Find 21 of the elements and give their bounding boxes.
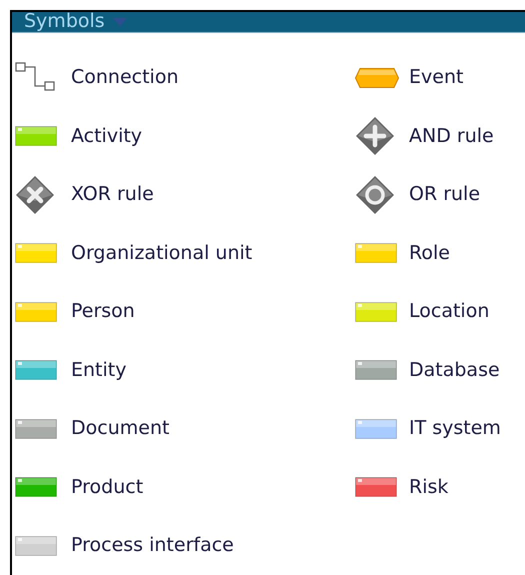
symbol-label[interactable]: Database [409,360,500,380]
symbol-label[interactable]: Person [71,302,135,322]
panel-title[interactable]: Symbols [24,12,105,32]
symbol-label[interactable]: Role [409,244,450,263]
diamond-x-icon [15,174,55,215]
symbol-label[interactable]: Activity [71,126,142,146]
symbol-label[interactable]: Process interface [71,536,234,556]
symbol-label[interactable]: Connection [71,68,179,88]
symbol-label[interactable]: Product [71,478,144,497]
symbol-label[interactable]: IT system [409,419,501,438]
symbol-label[interactable]: OR rule [409,185,480,204]
symbol-label[interactable]: AND rule [409,126,494,146]
symbol-label[interactable]: XOR rule [71,185,154,204]
dropdown-icon[interactable] [112,18,127,26]
symbol-label[interactable]: Entity [71,360,126,380]
symbol-label[interactable]: Location [409,302,490,322]
symbol-label[interactable]: Document [71,419,170,438]
diamond-plus-icon [355,116,395,156]
symbol-label[interactable]: Risk [409,478,448,497]
symbol-label[interactable]: Event [409,68,464,88]
symbol-label[interactable]: Organizational unit [71,244,252,263]
